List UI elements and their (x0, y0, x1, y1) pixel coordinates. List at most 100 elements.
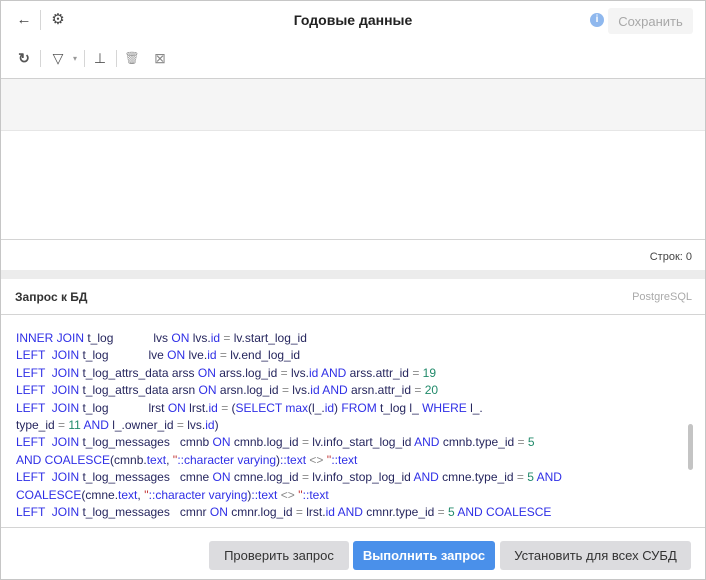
code-token: lv.end_log_id (230, 348, 301, 363)
code-line: LEFT JOIN t_log_messages cmne ON cmne.lo… (16, 469, 562, 486)
code-token: ON (212, 435, 234, 450)
code-token: lvs. (187, 418, 206, 433)
code-token: cmne.type_id (442, 470, 514, 485)
code-token: = (292, 505, 307, 520)
code-token: ) (214, 418, 219, 433)
divider (40, 50, 41, 67)
code-token: AND (83, 418, 113, 433)
code-token: t_log_messages cmnb (82, 435, 213, 450)
insert-row-icon[interactable]: ⊥ (91, 49, 109, 67)
code-token: FROM (341, 400, 381, 415)
code-token: t_log_messages cmne (82, 470, 213, 485)
code-token: lv.info_start_log_id (312, 435, 415, 450)
code-token: 11 (68, 418, 84, 433)
code-token: id (324, 400, 335, 415)
code-token: = (411, 383, 425, 398)
code-token: = (173, 418, 188, 433)
code-token: ::text (302, 487, 329, 502)
code-token: (cmne. (81, 487, 119, 502)
code-token: lv.info_stop_log_id (312, 470, 414, 485)
code-token: type_id (16, 418, 55, 433)
code-token: ON (167, 400, 190, 415)
code-token: AND (536, 470, 562, 485)
filter-icon[interactable]: ▽ (49, 49, 67, 67)
code-token: cmnb.type_id (442, 435, 515, 450)
code-token: AND (413, 470, 443, 485)
code-token: 20 (424, 383, 439, 398)
code-token: = (216, 348, 231, 363)
code-token: ON (167, 348, 189, 363)
code-token: ON (197, 365, 220, 380)
code-token: text (146, 452, 167, 467)
code-token: t_log_messages cmnr (82, 505, 210, 520)
run-query-button[interactable]: Выполнить запрос (353, 541, 495, 570)
code-token: lvs. (290, 365, 309, 380)
code-token: arsn.log_id (219, 383, 279, 398)
code-token: id (207, 348, 217, 363)
query-panel-title: Запрос к БД (15, 290, 88, 304)
code-token: id AND (310, 383, 351, 398)
code-token: = (513, 470, 528, 485)
code-token: COALESCE (16, 487, 82, 502)
chevron-down-icon[interactable]: ▾ (66, 50, 84, 68)
code-line: AND COALESCE(cmnb.text, ''::character va… (16, 452, 562, 469)
code-line: LEFT JOIN t_log_attrs_data arss ON arss.… (16, 365, 562, 382)
code-token: LEFT JOIN (16, 470, 83, 485)
code-token: lv.start_log_id (233, 331, 307, 345)
code-lines: INNER JOIN t_log lvs ON lvs.id = lv.star… (16, 330, 562, 521)
code-token: id (205, 418, 215, 433)
code-token: LEFT JOIN (16, 435, 83, 450)
code-token: 19 (422, 365, 437, 380)
code-token: WHERE (422, 400, 471, 415)
code-token: cmnr.log_id (231, 505, 293, 520)
code-token: LEFT JOIN (16, 383, 83, 398)
sql-editor[interactable]: INNER JOIN t_log lvs ON lvs.id = lv.star… (1, 316, 705, 527)
code-token: ::text (331, 452, 358, 467)
code-token: l_.owner_id (112, 418, 174, 433)
code-token: t_log l_ (380, 400, 423, 415)
clear-table-icon[interactable]: ⊠ (151, 49, 169, 67)
code-token: arsn.attr_id (350, 383, 412, 398)
code-token: ::text (280, 452, 307, 467)
code-line: COALESCE(cmne.text, ''::character varyin… (16, 487, 562, 504)
save-button[interactable]: Сохранить (608, 8, 693, 34)
divider (84, 50, 85, 67)
info-icon[interactable]: i (590, 13, 604, 27)
code-token: cmnr.type_id (366, 505, 435, 520)
code-token: <> (306, 452, 327, 467)
code-token: arss.attr_id (349, 365, 409, 380)
code-token: ::character varying (148, 487, 248, 502)
code-token: arss.log_id (219, 365, 278, 380)
refresh-icon[interactable]: ↻ (15, 49, 33, 67)
code-token: ON (171, 331, 193, 345)
code-token: INNER JOIN (16, 331, 88, 345)
code-token: lrst. (306, 505, 326, 520)
code-token: = (220, 331, 234, 345)
code-token: = (298, 470, 313, 485)
apply-all-dbms-button[interactable]: Установить для всех СУБД (500, 541, 691, 570)
code-token: t_log_attrs_data arss (82, 365, 198, 380)
code-token: ON (209, 505, 232, 520)
code-token: lvs. (192, 331, 211, 345)
code-line: LEFT JOIN t_log lve ON lve.id = lv.end_l… (16, 347, 562, 364)
code-token: t_log lrst (82, 400, 168, 415)
code-token: ::text (251, 487, 278, 502)
query-panel-header: Запрос к БД PostgreSQL (1, 279, 705, 315)
code-token: = (217, 400, 232, 415)
code-token: id AND (308, 365, 350, 380)
code-token: <> (277, 487, 299, 502)
code-token: = (408, 365, 423, 380)
splitter[interactable] (1, 270, 705, 279)
code-token: = (434, 505, 449, 520)
check-query-button[interactable]: Проверить запрос (209, 541, 349, 570)
code-token: 5 (527, 435, 535, 450)
code-token: = (277, 365, 291, 380)
code-line: LEFT JOIN t_log_attrs_data arsn ON arsn.… (16, 382, 562, 399)
code-token: = (298, 435, 313, 450)
trash-icon[interactable]: 🗑 (123, 49, 141, 67)
code-token: 5 (527, 470, 537, 485)
code-token: AND (414, 435, 443, 450)
code-token: SELECT max (235, 400, 309, 415)
code-token: LEFT JOIN (16, 348, 83, 363)
scrollbar-thumb[interactable] (688, 424, 693, 470)
